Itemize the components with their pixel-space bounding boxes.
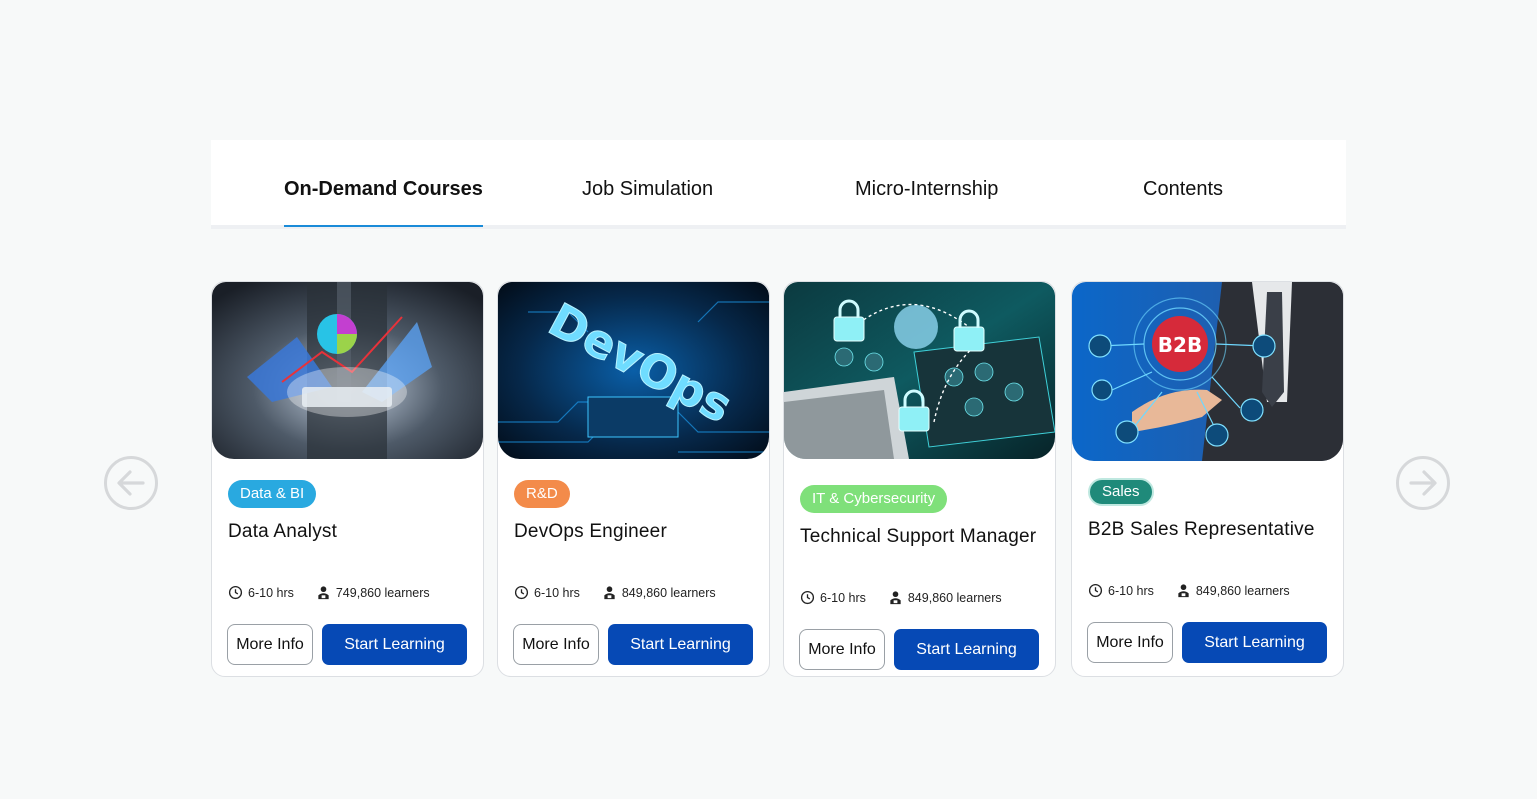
learner-icon [604, 586, 615, 600]
clock-icon [1088, 583, 1103, 598]
start-learning-button[interactable]: Start Learning [1182, 622, 1327, 663]
course-duration: 6-10 hrs [1108, 583, 1154, 598]
course-meta: 6-10 hrs 849,860 learners [800, 590, 1002, 605]
start-learning-button[interactable]: Start Learning [322, 624, 467, 665]
course-title: B2B Sales Representative [1088, 519, 1315, 540]
course-learners: 849,860 learners [621, 585, 716, 600]
tab-contents[interactable]: Contents [1143, 178, 1223, 226]
arrow-left-circle-icon [104, 456, 158, 510]
learner-icon [890, 591, 901, 605]
course-card-b2b-sales-representative: B2B Sales B2B Sales Representative 6-10 … [1071, 281, 1344, 677]
tab-micro-internship[interactable]: Micro-Internship [855, 178, 998, 226]
clock-icon [228, 585, 243, 600]
clock-icon [514, 585, 529, 600]
more-info-button[interactable]: More Info [513, 624, 599, 665]
course-learners: 849,860 learners [1195, 583, 1290, 598]
course-type-tabs: On-Demand Courses Job Simulation Micro-I… [211, 140, 1346, 229]
course-card-data-analyst: Data & BI Data Analyst 6-10 hrs 749,860 … [211, 281, 484, 677]
course-image: DevOps [498, 282, 769, 459]
course-title: DevOps Engineer [514, 521, 667, 542]
course-meta: 6-10 hrs 849,860 learners [514, 585, 716, 600]
category-badge: R&D [514, 480, 570, 508]
course-image: B2B [1072, 282, 1343, 461]
clock-icon [800, 590, 815, 605]
tab-on-demand-courses[interactable]: On-Demand Courses [284, 178, 483, 227]
start-learning-button[interactable]: Start Learning [608, 624, 753, 665]
category-badge: Data & BI [228, 480, 317, 508]
course-learners: 749,860 learners [335, 585, 430, 600]
more-info-button[interactable]: More Info [799, 629, 885, 670]
course-image [212, 282, 483, 459]
course-card-technical-support-manager: IT & Cybersecurity Technical Support Man… [783, 281, 1056, 677]
carousel-next-button[interactable] [1395, 455, 1451, 511]
course-duration: 6-10 hrs [248, 585, 294, 600]
course-duration: 6-10 hrs [534, 585, 580, 600]
b2b-image-text: B2B [1158, 333, 1202, 357]
course-meta: 6-10 hrs 849,860 learners [1088, 583, 1290, 598]
course-meta: 6-10 hrs 749,860 learners [228, 585, 430, 600]
learner-icon [318, 586, 329, 600]
course-learners: 849,860 learners [907, 590, 1002, 605]
start-learning-button[interactable]: Start Learning [894, 629, 1039, 670]
carousel-prev-button[interactable] [103, 455, 159, 511]
course-title: Technical Support Manager [800, 526, 1037, 547]
more-info-button[interactable]: More Info [1087, 622, 1173, 663]
category-badge: Sales [1088, 478, 1154, 506]
more-info-button[interactable]: More Info [227, 624, 313, 665]
course-duration: 6-10 hrs [820, 590, 866, 605]
course-image [784, 282, 1055, 459]
course-card-devops-engineer: DevOps R&D DevOps Engineer 6-10 hrs 849,… [497, 281, 770, 677]
arrow-right-circle-icon [1396, 456, 1450, 510]
tab-job-simulation[interactable]: Job Simulation [582, 178, 713, 226]
category-badge: IT & Cybersecurity [800, 485, 948, 513]
learner-icon [1178, 584, 1189, 598]
course-title: Data Analyst [228, 521, 338, 542]
